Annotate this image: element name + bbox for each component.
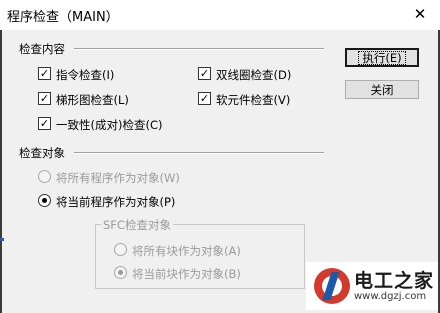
close-icon[interactable]: ✕ [408,3,432,25]
instruction-check-checkbox[interactable]: ✓ [38,67,51,80]
double-coil-check-label: 双线圈检查(D) [216,68,292,82]
current-program-label: 将当前程序作为对象(P) [56,195,176,209]
ladder-check-checkbox[interactable]: ✓ [38,92,51,105]
current-program-radio[interactable] [38,194,51,207]
consistency-check-label: 一致性(成对)检查(C) [56,118,163,132]
edge-marker [0,238,4,241]
all-blocks-label: 将所有块作为对象(A) [132,244,241,258]
consistency-check-checkbox[interactable]: ✓ [38,117,51,130]
device-check-label: 软元件检查(V) [216,93,291,107]
window-left-border [0,30,2,313]
all-blocks-radio[interactable] [114,243,127,256]
watermark-title: 电工之家 [354,270,435,292]
all-programs-label: 将所有程序作为对象(W) [56,171,180,185]
check-content-divider [74,48,324,50]
execute-button-label: 执行(E) [358,50,406,65]
check-target-label: 检查对象 [19,146,65,160]
current-block-radio[interactable] [114,266,127,279]
close-button[interactable]: 关闭 [345,80,419,99]
sfc-target-label: SFC检查对象 [101,217,173,233]
current-block-label: 将当前块作为对象(B) [132,267,241,281]
double-coil-check-checkbox[interactable]: ✓ [198,67,211,80]
close-button-label: 关闭 [370,82,394,97]
watermark-url: www.dgzj.com [354,291,427,302]
radio-selected-dot [42,198,47,203]
instruction-check-label: 指令检查(I) [56,68,115,82]
check-target-divider [74,152,324,154]
window-title: 程序检查（MAIN） [7,10,119,25]
radio-selected-dot [118,270,123,275]
ladder-check-label: 梯形图检查(L) [56,93,129,107]
execute-button[interactable]: 执行(E) [345,48,419,67]
all-programs-radio[interactable] [38,170,51,183]
check-content-label: 检查内容 [19,42,65,56]
device-check-checkbox[interactable]: ✓ [198,92,211,105]
